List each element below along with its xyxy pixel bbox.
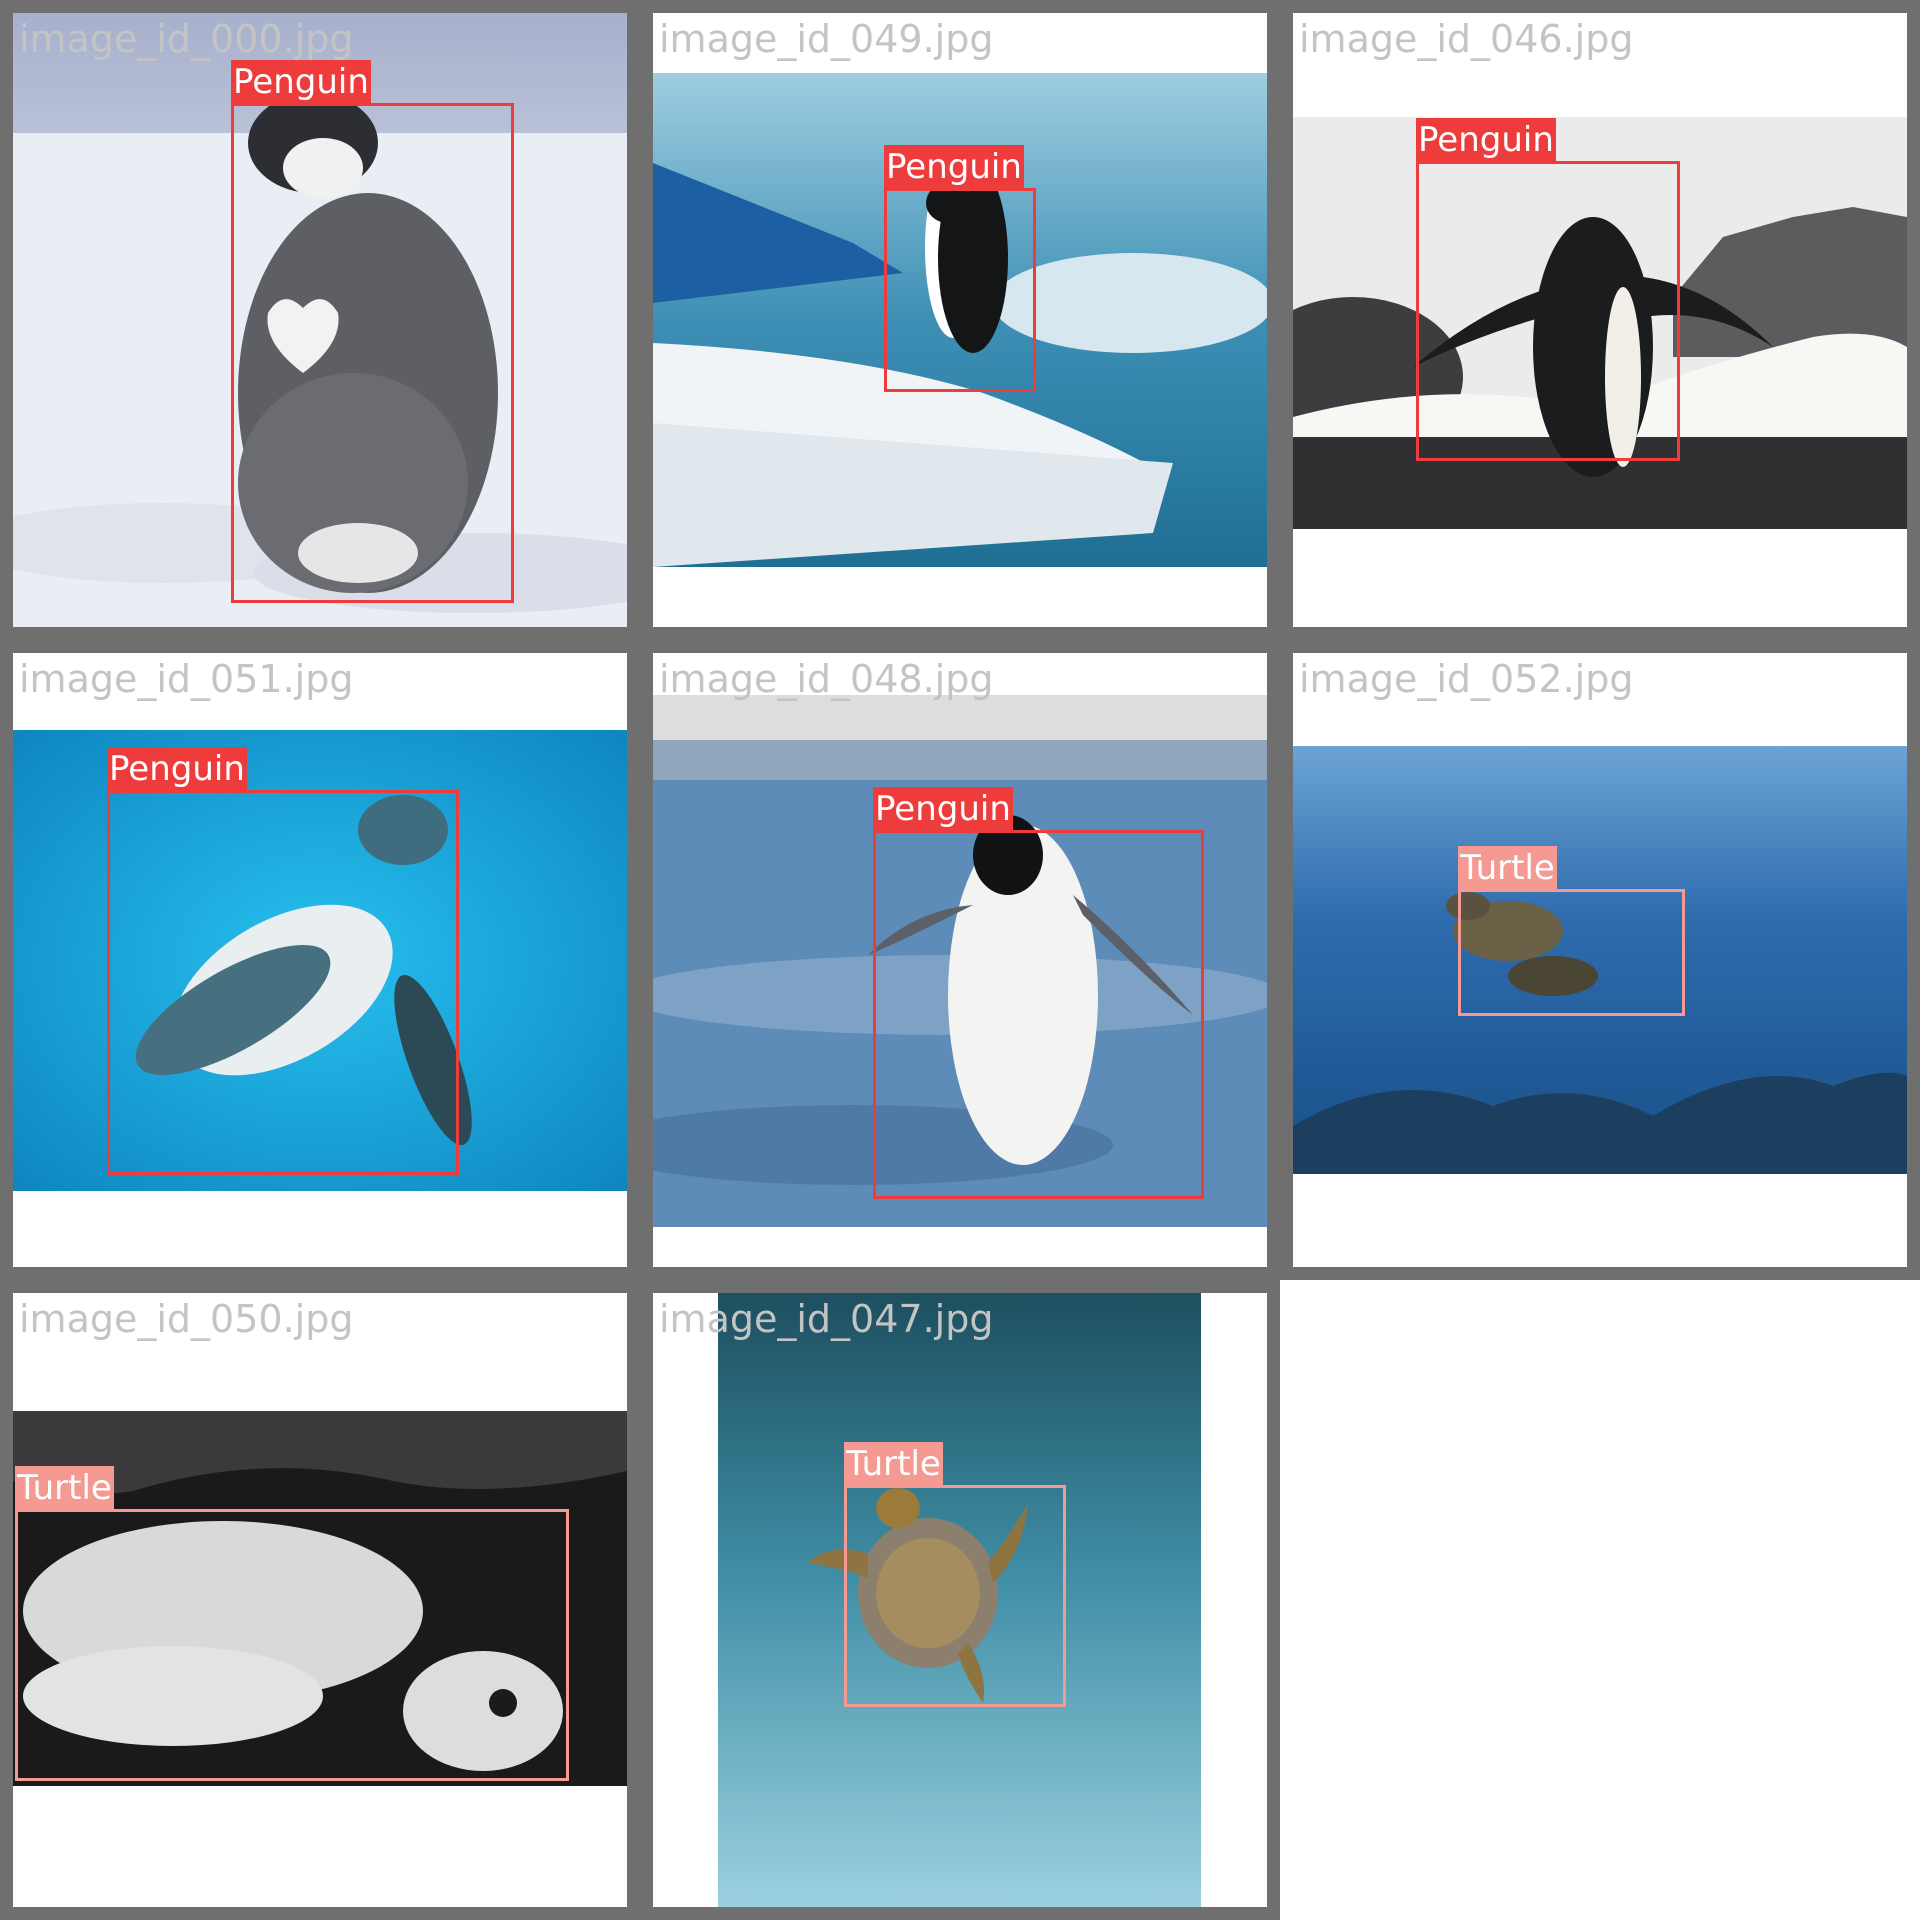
image-filename: image_id_052.jpg	[1299, 657, 1634, 701]
detection-label: Turtle	[15, 1466, 114, 1510]
image-tile: Penguin image_id_046.jpg	[1280, 0, 1920, 640]
image-tile: Turtle image_id_052.jpg	[1280, 640, 1920, 1280]
image-tile: Turtle image_id_047.jpg	[640, 1280, 1280, 1920]
detection-label: Penguin	[107, 747, 247, 791]
image-filename: image_id_049.jpg	[659, 17, 994, 61]
detection-label: Turtle	[844, 1442, 943, 1486]
bounding-box	[844, 1485, 1066, 1707]
bounding-box	[15, 1509, 569, 1781]
image-filename: image_id_047.jpg	[659, 1297, 994, 1341]
image-filename: image_id_000.jpg	[19, 17, 354, 61]
bounding-box	[884, 188, 1036, 392]
detection-label: Penguin	[873, 787, 1013, 831]
image-tile: Penguin image_id_048.jpg	[640, 640, 1280, 1280]
bounding-box	[107, 790, 459, 1175]
bounding-box	[231, 103, 514, 603]
image-tile: Turtle image_id_050.jpg	[0, 1280, 640, 1920]
image-tile: Penguin image_id_049.jpg	[640, 0, 1280, 640]
bounding-box	[1416, 161, 1680, 461]
bounding-box	[1458, 889, 1685, 1016]
image-filename: image_id_046.jpg	[1299, 17, 1634, 61]
image-filename: image_id_051.jpg	[19, 657, 354, 701]
image-tile: Penguin image_id_051.jpg	[0, 640, 640, 1280]
detection-label: Penguin	[231, 60, 371, 104]
image-tile: Penguin image_id_000.jpg	[0, 0, 640, 640]
bounding-box	[873, 830, 1204, 1199]
image-filename: image_id_048.jpg	[659, 657, 994, 701]
detection-label: Penguin	[884, 145, 1024, 189]
image-filename: image_id_050.jpg	[19, 1297, 354, 1341]
detection-label: Turtle	[1458, 846, 1557, 890]
detection-label: Penguin	[1416, 118, 1556, 162]
